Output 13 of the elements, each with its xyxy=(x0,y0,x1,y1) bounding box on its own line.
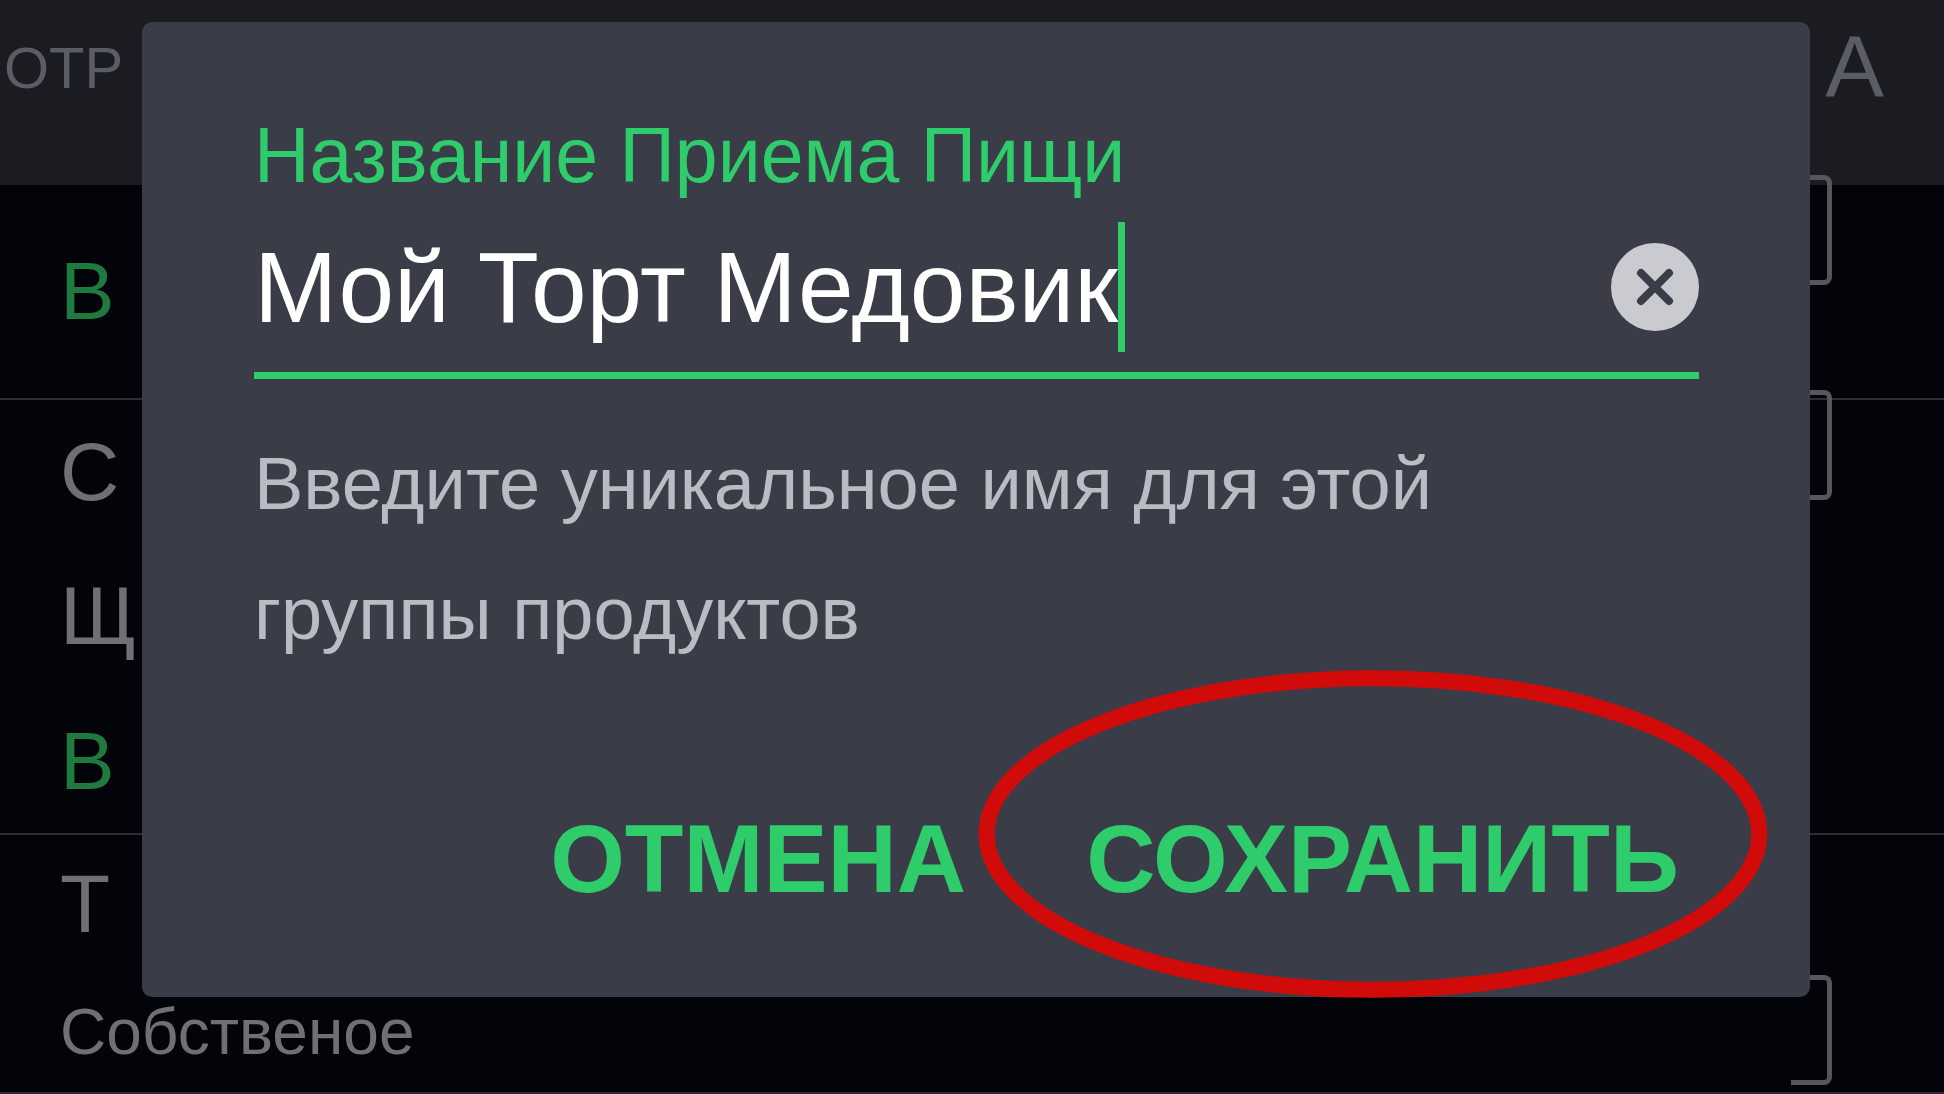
header-title: ОТР xyxy=(4,35,124,100)
list-item-text: Т xyxy=(60,859,111,950)
dialog-button[interactable]: ОТМЕНА xyxy=(550,811,967,907)
input-field[interactable]: Мой Торт Медовик xyxy=(254,202,1699,379)
clear-icon[interactable] xyxy=(1611,243,1699,331)
field-value: Мой Торт Медовик xyxy=(254,230,1119,345)
list-item-text: В xyxy=(60,246,115,337)
helper-text: Введите уникальное имя для этой группы продуктов xyxy=(254,441,1433,657)
header-title: А xyxy=(1825,19,1884,116)
list-item-text: В xyxy=(60,715,115,806)
list-item-text: С xyxy=(60,427,120,518)
list-item-text: Собственое xyxy=(60,997,415,1068)
list-item-text: Щ xyxy=(60,571,137,662)
